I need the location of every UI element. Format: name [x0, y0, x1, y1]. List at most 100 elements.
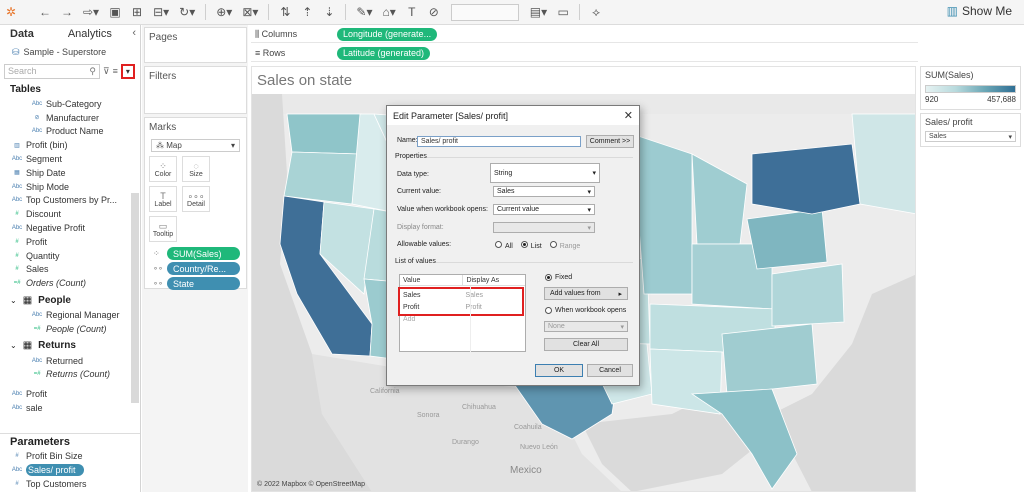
- field-item[interactable]: Abc Product Name: [0, 125, 140, 139]
- new-sheet-icon[interactable]: ⊟▾: [150, 2, 172, 22]
- presentation-icon[interactable]: ▭: [554, 2, 572, 22]
- size-icon: ◌: [193, 160, 199, 171]
- display-format-select: ▾: [493, 222, 595, 233]
- field-item[interactable]: Abc Returned: [0, 354, 140, 368]
- radio-selected-icon: [520, 241, 528, 248]
- show-cards-icon[interactable]: ▤▾: [527, 2, 550, 22]
- map-label-chihuahua: Chihuahua: [462, 404, 496, 411]
- group-icon[interactable]: ⌂▾: [379, 2, 398, 22]
- fit-dropdown[interactable]: [450, 3, 519, 21]
- field-item[interactable]: Abc Profit: [0, 387, 140, 401]
- field-item[interactable]: Abc Regional Manager: [0, 308, 140, 322]
- color-legend[interactable]: SUM(Sales) 920 457,688: [920, 66, 1021, 110]
- view-options-icon[interactable]: ≡: [113, 66, 118, 76]
- redo-icon[interactable]: ⇨▾: [80, 2, 102, 22]
- parameter-control-select[interactable]: Sales ▾: [925, 131, 1016, 142]
- marks-color-button[interactable]: ⁘ Color: [149, 156, 177, 182]
- current-value-label: Current value:: [397, 188, 441, 195]
- duplicate-icon[interactable]: ⊕▾: [213, 2, 235, 22]
- sort-asc-icon[interactable]: ⇡: [298, 2, 316, 22]
- marks-pill[interactable]: ∘∘ Country/Re...: [153, 262, 240, 275]
- marks-label-button[interactable]: T Label: [149, 186, 177, 212]
- field-item[interactable]: # Discount: [0, 207, 140, 221]
- parameter-control: Sales/ profit Sales ▾: [920, 113, 1021, 147]
- data-pane-scrollbar[interactable]: [131, 193, 139, 403]
- parameter-label: Profit Bin Size: [26, 451, 83, 461]
- latitude-pill[interactable]: Latitude (generated): [337, 46, 431, 60]
- parameter-item[interactable]: # Top Customers: [0, 477, 140, 491]
- field-type-icon: ▦: [14, 170, 20, 177]
- new-datasource-icon[interactable]: ⊞: [128, 2, 146, 22]
- display-format-label: Display format:: [397, 224, 444, 231]
- allowable-list-radio[interactable]: List: [520, 241, 542, 250]
- clear-all-button[interactable]: Clear All: [544, 338, 628, 351]
- parameter-item[interactable]: Abc Sales/ profit: [0, 463, 140, 477]
- show-me-button[interactable]: ▥ Show Me: [947, 4, 1012, 18]
- field-item[interactable]: ▦ Ship Date: [0, 166, 140, 180]
- data-pane-menu-button[interactable]: ▾: [120, 63, 135, 79]
- close-icon[interactable]: ✕: [624, 109, 633, 122]
- back-icon[interactable]: ←: [36, 2, 54, 22]
- fixed-radio[interactable]: Fixed: [545, 274, 572, 281]
- field-item[interactable]: Abc Sub-Category: [0, 97, 140, 111]
- field-item[interactable]: # Profit: [0, 235, 140, 249]
- ok-button[interactable]: OK: [535, 364, 583, 377]
- field-item[interactable]: ▥ Profit (bin): [0, 138, 140, 152]
- field-item[interactable]: =# People (Count): [0, 322, 140, 336]
- refresh-icon[interactable]: ↻▾: [176, 2, 198, 22]
- swap-icon[interactable]: ⇅: [276, 2, 294, 22]
- forward-icon[interactable]: →: [58, 2, 76, 22]
- tab-data[interactable]: Data: [0, 28, 44, 40]
- datasource-item[interactable]: ⛁ Sample - Superstore: [0, 43, 140, 61]
- field-item[interactable]: Abc Segment: [0, 152, 140, 166]
- add-values-from-button[interactable]: Add values from ▸: [544, 287, 628, 300]
- clear-sheet-icon[interactable]: ⊠▾: [239, 2, 261, 22]
- marks-pill[interactable]: ∘∘ State: [153, 277, 240, 290]
- longitude-pill[interactable]: Longitude (generate...: [337, 27, 438, 41]
- field-item[interactable]: # Sales: [0, 263, 140, 277]
- current-value-select[interactable]: Sales ▾: [493, 186, 595, 197]
- field-label: Segment: [26, 154, 63, 165]
- marks-pill[interactable]: ⁘ SUM(Sales): [153, 247, 240, 260]
- values-table[interactable]: Value Display As Sales Sales Profit Profit …: [398, 274, 526, 352]
- filter-icon[interactable]: ⊽: [103, 66, 110, 77]
- when-workbook-opens-radio[interactable]: When workbook opens: [545, 307, 626, 314]
- cancel-button[interactable]: Cancel: [587, 364, 633, 377]
- pin-icon[interactable]: ⊘: [425, 2, 443, 22]
- save-icon[interactable]: ▣: [106, 2, 124, 22]
- sort-desc-icon[interactable]: ⇣: [320, 2, 338, 22]
- pages-card[interactable]: Pages: [144, 27, 247, 63]
- label-icon[interactable]: T: [403, 2, 421, 22]
- marks-button-label: Label: [154, 200, 172, 208]
- name-field[interactable]: Sales/ profit: [417, 136, 581, 147]
- field-item[interactable]: Abc Ship Mode: [0, 180, 140, 194]
- people-header[interactable]: ⌄ ▦ People: [0, 292, 140, 308]
- field-item[interactable]: Abc Negative Profit: [0, 221, 140, 235]
- columns-shelf[interactable]: ⫼ Columns Longitude (generate...: [251, 26, 918, 43]
- field-item[interactable]: # Quantity: [0, 249, 140, 263]
- field-item[interactable]: Abc Top Customers by Pr...: [0, 194, 140, 208]
- rows-shelf[interactable]: ≡ Rows Latitude (generated): [251, 45, 918, 62]
- field-item[interactable]: =# Returns (Count): [0, 368, 140, 382]
- marks-size-button[interactable]: ◌ Size: [182, 156, 210, 182]
- marks-tooltip-button[interactable]: ▭ Tooltip: [149, 216, 177, 242]
- filters-card[interactable]: Filters: [144, 66, 247, 114]
- comment-button[interactable]: Comment >>: [586, 135, 634, 148]
- marks-type-select[interactable]: ⁂ Map ▾: [151, 139, 240, 152]
- allowable-all-radio[interactable]: All: [495, 241, 513, 250]
- search-input[interactable]: Search ⚲: [4, 63, 100, 79]
- parameter-item[interactable]: # Profit Bin Size: [0, 449, 140, 463]
- highlight-icon[interactable]: ✎▾: [353, 2, 375, 22]
- field-label: Regional Manager: [46, 310, 120, 321]
- when-opens-select[interactable]: Current value ▾: [493, 204, 595, 215]
- returns-header[interactable]: ⌄ ▦ Returns: [0, 338, 140, 354]
- marks-detail-button[interactable]: ∘∘∘ Detail: [182, 186, 210, 212]
- field-item[interactable]: Abc sale: [0, 401, 140, 415]
- tab-analytics[interactable]: Analytics: [58, 28, 122, 40]
- data-type-select[interactable]: String ▾: [490, 163, 600, 183]
- share-icon[interactable]: ⟡: [587, 2, 605, 22]
- field-item[interactable]: ⊘ Manufacturer: [0, 111, 140, 125]
- field-item[interactable]: =# Orders (Count): [0, 276, 140, 290]
- collapse-pane-icon[interactable]: ‹: [132, 27, 136, 39]
- tableau-logo-icon[interactable]: ✲: [2, 2, 20, 22]
